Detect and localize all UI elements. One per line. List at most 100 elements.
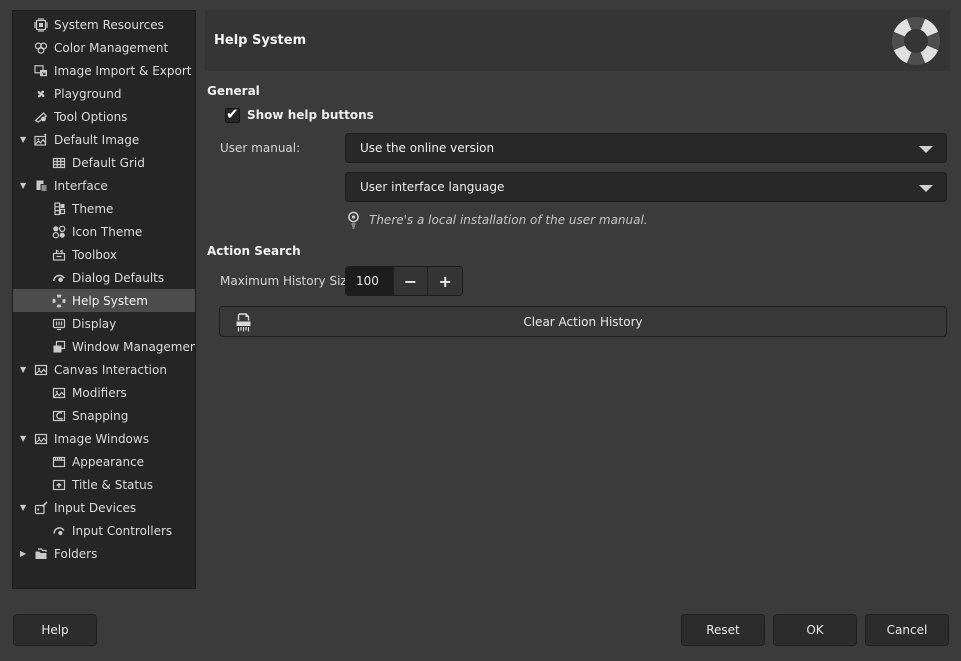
sidebar-item-icon-theme[interactable]: Icon Theme (13, 220, 195, 243)
expander-down-icon[interactable]: ▼ (19, 181, 33, 190)
expander-down-icon[interactable]: ▼ (19, 135, 33, 144)
clear-action-history-button[interactable]: Clear Action History (219, 306, 947, 337)
default-grid-icon (51, 155, 67, 171)
sidebar-item-image-windows[interactable]: ▼ Image Windows (13, 427, 195, 450)
expander-down-icon[interactable]: ▼ (19, 503, 33, 512)
minus-icon: − (404, 272, 417, 291)
dialog-defaults-icon (51, 270, 67, 286)
preferences-dialog: { "sidebar": { "items": [ { "label": "Sy… (0, 0, 961, 661)
sidebar-item-label: Toolbox (72, 248, 117, 262)
sidebar-item-label: System Resources (54, 18, 164, 32)
lightbulb-icon (347, 211, 360, 229)
sidebar-item-default-image[interactable]: ▼ Default Image (13, 128, 195, 151)
show-help-buttons-label: Show help buttons (247, 108, 374, 122)
sidebar-item-input-controllers[interactable]: Input Controllers (13, 519, 195, 542)
sidebar-item-color-management[interactable]: Color Management (13, 36, 195, 59)
folders-icon (33, 546, 49, 562)
title-status-icon (51, 477, 67, 493)
maximum-history-size-stepper: 100 − + (345, 266, 463, 296)
sidebar-item-display[interactable]: Display (13, 312, 195, 335)
sidebar-item-system-resources[interactable]: System Resources (13, 13, 195, 36)
canvas-interaction-icon (33, 362, 49, 378)
expander-down-icon[interactable]: ▼ (19, 365, 33, 374)
sidebar-item-playground[interactable]: Playground (13, 82, 195, 105)
action-search-section-heading: Action Search (207, 244, 301, 258)
sidebar-item-label: Input Controllers (72, 524, 172, 538)
sidebar-item-appearance[interactable]: Appearance (13, 450, 195, 473)
help-button-label: Help (41, 623, 68, 637)
sidebar-item-label: Modifiers (72, 386, 127, 400)
reset-button[interactable]: Reset (681, 614, 765, 646)
sidebar-item-label: Display (72, 317, 116, 331)
user-manual-selected-value: Use the online version (360, 141, 494, 155)
sidebar-item-label: Default Image (54, 133, 139, 147)
maximum-history-size-value[interactable]: 100 (346, 267, 393, 295)
sidebar-item-label: Tool Options (54, 110, 127, 124)
sidebar-item-modifiers[interactable]: Modifiers (13, 381, 195, 404)
show-help-buttons-row[interactable]: Show help buttons (225, 104, 374, 126)
sidebar-item-title-status[interactable]: Title & Status (13, 473, 195, 496)
expander-down-icon[interactable]: ▼ (19, 434, 33, 443)
shredder-icon (234, 312, 253, 333)
sidebar-item-toolbox[interactable]: Toolbox (13, 243, 195, 266)
chevron-down-icon (919, 185, 933, 192)
user-manual-hint: There's a local installation of the user… (347, 209, 648, 231)
sidebar-item-label: Canvas Interaction (54, 363, 167, 377)
sidebar-item-input-devices[interactable]: ▼ Input Devices (13, 496, 195, 519)
playground-icon (33, 86, 49, 102)
color-management-icon (33, 40, 49, 56)
sidebar-item-label: Theme (72, 202, 113, 216)
sidebar-item-interface[interactable]: ▼ Interface (13, 174, 195, 197)
sidebar-item-label: Color Management (54, 41, 168, 55)
sidebar-item-label: Image Windows (54, 432, 149, 446)
cancel-button[interactable]: Cancel (865, 614, 949, 646)
show-help-buttons-checkbox[interactable] (225, 108, 240, 123)
user-interface-language-dropdown[interactable]: User interface language (345, 172, 947, 202)
sidebar-item-tool-options[interactable]: Tool Options (13, 105, 195, 128)
sidebar-item-label: Icon Theme (72, 225, 142, 239)
system-resources-icon (33, 17, 49, 33)
clear-action-history-label: Clear Action History (523, 315, 642, 329)
input-devices-icon (33, 500, 49, 516)
preferences-sidebar: System Resources Color Management Image Im… (12, 10, 196, 589)
input-controllers-icon (51, 523, 67, 539)
help-system-icon (51, 293, 67, 309)
sidebar-item-snapping[interactable]: Snapping (13, 404, 195, 427)
modifiers-icon (51, 385, 67, 401)
sidebar-item-label: Image Import & Export (54, 64, 192, 78)
increment-button[interactable]: + (427, 267, 462, 295)
sidebar-item-label: Default Grid (72, 156, 145, 170)
sidebar-item-dialog-defaults[interactable]: Dialog Defaults (13, 266, 195, 289)
sidebar-item-label: Title & Status (72, 478, 153, 492)
page-title: Help System (214, 10, 306, 71)
sidebar-item-image-import-export[interactable]: Image Import & Export (13, 59, 195, 82)
hint-text: There's a local installation of the user… (369, 213, 648, 227)
cancel-button-label: Cancel (887, 623, 928, 637)
sidebar-item-folders[interactable]: ▶Folders (13, 542, 195, 565)
tool-options-icon (33, 109, 49, 125)
default-image-icon (33, 132, 49, 148)
help-button[interactable]: Help (13, 614, 97, 646)
sidebar-item-window-management[interactable]: Window Management (13, 335, 195, 358)
sidebar-item-canvas-interaction[interactable]: ▼ Canvas Interaction (13, 358, 195, 381)
ok-button[interactable]: OK (773, 614, 857, 646)
plus-icon: + (438, 272, 451, 291)
ok-button-label: OK (806, 623, 823, 637)
toolbox-icon (51, 247, 67, 263)
image-import-export-icon (33, 63, 49, 79)
user-manual-dropdown[interactable]: Use the online version (345, 133, 947, 163)
decrement-button[interactable]: − (393, 267, 428, 295)
expander-right-icon[interactable]: ▶ (19, 549, 33, 558)
general-section-heading: General (207, 84, 260, 98)
interface-icon (33, 178, 49, 194)
sidebar-item-label: Interface (54, 179, 108, 193)
language-selected-value: User interface language (360, 180, 504, 194)
page-header: Help System (205, 10, 950, 71)
sidebar-item-theme[interactable]: Theme (13, 197, 195, 220)
sidebar-item-label: Input Devices (54, 501, 136, 515)
sidebar-item-label: Window Management (72, 340, 195, 354)
preferences-tree: System Resources Color Management Image Im… (13, 13, 195, 565)
sidebar-item-help-system[interactable]: Help System (13, 289, 195, 312)
display-icon (51, 316, 67, 332)
sidebar-item-default-grid[interactable]: Default Grid (13, 151, 195, 174)
